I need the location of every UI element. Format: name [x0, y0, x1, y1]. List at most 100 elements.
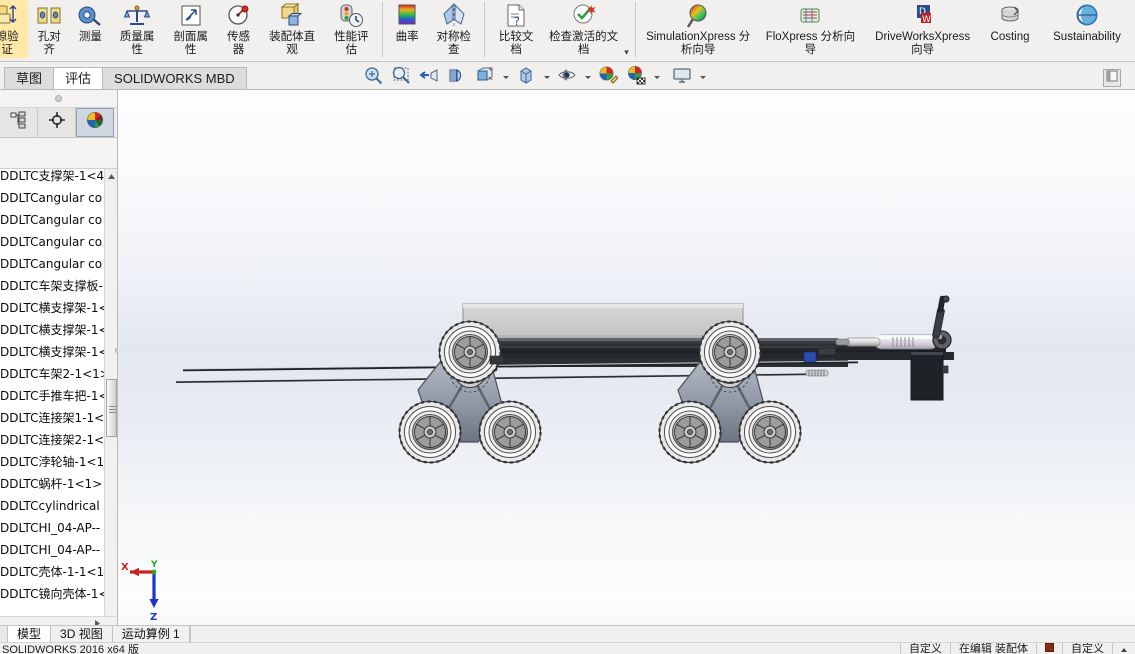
apply-scene-caret[interactable] [651, 65, 662, 89]
ribbon-button-curvature[interactable]: 曲率 [387, 0, 427, 58]
tree-item[interactable]: DDLTCHI_04-AP-- [0, 539, 108, 561]
zoom-to-area-button[interactable] [388, 65, 414, 89]
svg-text:W: W [922, 15, 931, 25]
view-orientation-caret[interactable] [500, 65, 511, 89]
performance-evaluation-icon [337, 2, 365, 30]
ribbon-button-section-properties[interactable]: 剖面属性 [164, 0, 218, 58]
tree-item[interactable]: DDLTCangular co [0, 187, 108, 209]
display-style-caret[interactable] [541, 65, 552, 89]
tree-item[interactable]: DDLTC横支撑架-1< [0, 341, 108, 363]
section-view-button[interactable] [444, 65, 470, 89]
tree-item[interactable]: DDLTC镜向壳体-1< [0, 583, 108, 605]
svg-text:Z: Z [150, 612, 157, 623]
symmetry-check-icon [440, 2, 468, 30]
ribbon-label: 对称检查 [436, 31, 471, 56]
tree-item[interactable]: DDLTC支撑架-1<4 [0, 169, 108, 187]
apply-scene-button[interactable] [623, 65, 649, 89]
ribbon-button-assembly-visualization[interactable]: 装配体直观 [260, 0, 325, 58]
hide-show-items-button[interactable] [554, 65, 580, 89]
bottom-tab-model[interactable]: 模型 [8, 626, 52, 642]
ribbon-button-symmetry-check[interactable]: 对称检查 [427, 0, 480, 58]
collapse-panel-button[interactable] [1103, 69, 1121, 87]
panel-pin-bar[interactable] [0, 90, 117, 108]
ribbon-button-simulationxpress[interactable]: SimulationXpress 分析向导 [640, 0, 757, 58]
tab-evaluate[interactable]: 评估 [53, 67, 104, 89]
ribbon-button-performance-evaluation[interactable]: 性能评估 [325, 0, 379, 58]
ribbon-button-costing[interactable]: Costing [981, 0, 1039, 58]
ribbon-button-check-active-document[interactable]: 检查激活的文档 [543, 0, 624, 58]
status-custom-left[interactable]: 自定义 [899, 643, 950, 654]
display-style-icon [516, 65, 536, 90]
document-tab-bar: 模型 3D 视图 运动算例 1 [0, 625, 1135, 642]
ribbon-label: Sustainability [1053, 31, 1121, 43]
ribbon-button-mass-properties[interactable]: 质量属性 [110, 0, 164, 58]
ribbon-button-driveworksxpress[interactable]: D W DriveWorksXpress 向导 [864, 0, 981, 58]
status-expand-arrow[interactable] [1112, 643, 1135, 654]
panel-pin-icon[interactable] [55, 95, 62, 102]
ribbon-label: DriveWorksXpress 向导 [875, 31, 971, 56]
crosshair-icon [48, 111, 66, 134]
ribbon-button-clearance-verification[interactable]: 隙验证 [0, 0, 29, 58]
status-editing-mode: 在编辑 装配体 [949, 643, 1036, 654]
edit-appearance-icon [598, 65, 619, 90]
hide-show-items-caret[interactable] [582, 65, 593, 89]
ribbon-button-measure[interactable]: 测量 [70, 0, 110, 58]
tree-item[interactable]: DDLTC手推车把-1< [0, 385, 108, 407]
section-properties-icon [177, 2, 205, 30]
scroll-up-arrow[interactable] [105, 169, 117, 183]
ribbon-button-hole-alignment[interactable]: 孔对齐 [28, 0, 70, 58]
tree-item[interactable]: DDLTC横支撑架-1< [0, 297, 108, 319]
display-manager-tab[interactable] [76, 108, 114, 137]
edit-appearance-button[interactable] [595, 65, 621, 89]
ribbon-group-xpress: SimulationXpress 分析向导 FloXpress 分析向导 D W… [640, 0, 1135, 61]
view-settings-caret[interactable] [697, 65, 708, 89]
ribbon-label: 测量 [78, 31, 102, 43]
ribbon-button-floxpress[interactable]: FloXpress 分析向导 [757, 0, 865, 58]
svg-text:X: X [121, 562, 129, 573]
tree-item[interactable]: DDLTCangular co [0, 253, 108, 275]
ribbon-label: 曲率 [395, 31, 419, 43]
ribbon-label: 性能评估 [334, 31, 369, 56]
panel-filter-gap [0, 138, 117, 168]
status-custom-right[interactable]: 自定义 [1062, 643, 1112, 654]
tab-solidworks-mbd[interactable]: SOLIDWORKS MBD [102, 67, 247, 89]
tree-scroll-thumb[interactable] [106, 379, 117, 437]
tree-item[interactable]: DDLTC连接架1-1< [0, 407, 108, 429]
tree-item[interactable]: DDLTC横支撑架-1< [0, 319, 108, 341]
ribbon-button-compare-documents[interactable]: ? 比较文档 [489, 0, 543, 58]
display-style-button[interactable] [513, 65, 539, 89]
tree-item[interactable]: DDLTCcylindrical [0, 495, 108, 517]
ribbon-button-sensor[interactable]: 传感器 [217, 0, 259, 58]
ribbon-button-sustainability[interactable]: Sustainability [1039, 0, 1135, 58]
bottom-tab-motion-study[interactable]: 运动算例 1 [112, 626, 190, 642]
tab-scroll-area[interactable] [0, 626, 8, 642]
ribbon-group-evaluate: 隙验证 孔对齐 [0, 0, 379, 61]
feature-tree[interactable]: DDLTC支撑架-1<4 DDLTCangular co DDLTCangula… [0, 168, 117, 629]
ribbon-toolbar: 隙验证 孔对齐 [0, 0, 1135, 62]
tree-item[interactable]: DDLTC连接架2-1< [0, 429, 108, 451]
tree-item[interactable]: DDLTC壳体-1-1<1 [0, 561, 108, 583]
tree-item[interactable]: DDLTCangular co [0, 209, 108, 231]
bottom-tab-3d-views[interactable]: 3D 视图 [51, 626, 113, 642]
tree-vertical-scrollbar[interactable] [104, 169, 117, 629]
tree-item[interactable]: DDLTCHI_04-AP-- [0, 517, 108, 539]
previous-view-button[interactable] [416, 65, 442, 89]
ribbon-label: 隙验证 [0, 31, 19, 56]
graphics-viewport[interactable]: X Z Y [118, 90, 1135, 629]
view-settings-button[interactable] [669, 65, 695, 89]
view-orientation-button[interactable] [472, 65, 498, 89]
coordinate-triad: X Z Y [118, 558, 184, 624]
tree-item[interactable]: DDLTC车架支撑板- [0, 275, 108, 297]
ribbon-separator [634, 2, 636, 57]
ribbon-overflow-caret[interactable]: ▾ [624, 47, 629, 60]
feature-manager-tab[interactable] [0, 108, 38, 137]
tree-item[interactable]: DDLTC浡轮轴-1<1 [0, 451, 108, 473]
tree-item[interactable]: DDLTC蜗杆-1<1> [0, 473, 108, 495]
tree-item[interactable]: DDLTCangular co [0, 231, 108, 253]
tab-sketch[interactable]: 草图 [4, 67, 55, 89]
model-render [175, 295, 954, 464]
status-rebuild-indicator[interactable] [1036, 643, 1062, 654]
zoom-to-fit-button[interactable] [360, 65, 386, 89]
tree-item[interactable]: DDLTC车架2-1<1> [0, 363, 108, 385]
property-manager-tab[interactable] [38, 108, 76, 137]
